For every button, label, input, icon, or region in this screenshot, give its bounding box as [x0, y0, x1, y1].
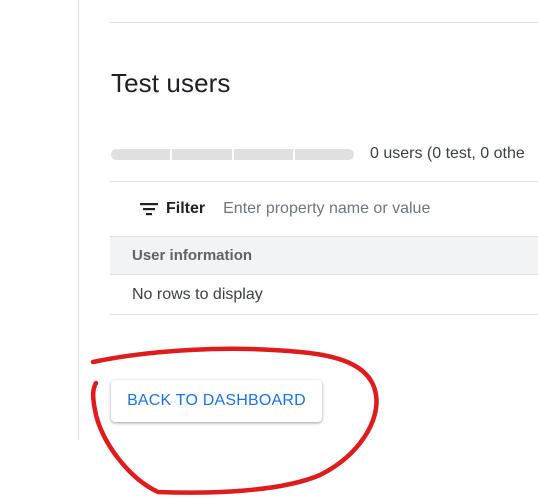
- filter-label: Filter: [166, 200, 206, 217]
- table-header: User information: [110, 236, 538, 275]
- progress-segment: [111, 149, 171, 160]
- empty-table-row: No rows to display: [110, 275, 538, 315]
- back-to-dashboard-button[interactable]: BACK TO DASHBOARD: [111, 380, 322, 422]
- user-count-summary: 0 users (0 test, 0 othe: [370, 145, 525, 162]
- progress-segment: [233, 149, 293, 160]
- progress-segment: [294, 149, 354, 160]
- sidebar-divider: [78, 0, 79, 440]
- filter-list-icon: [140, 203, 158, 216]
- progress-segment: [172, 149, 232, 160]
- previous-section-row: [110, 0, 538, 23]
- empty-table-message: No rows to display: [132, 285, 263, 303]
- user-quota-progress-bar: [111, 149, 354, 160]
- filter-button[interactable]: Filter: [139, 200, 205, 218]
- section-title: Test users: [111, 68, 231, 98]
- filter-bar: Filter: [110, 182, 538, 236]
- column-header-user-information: User information: [132, 247, 253, 264]
- filter-input[interactable]: [223, 200, 464, 218]
